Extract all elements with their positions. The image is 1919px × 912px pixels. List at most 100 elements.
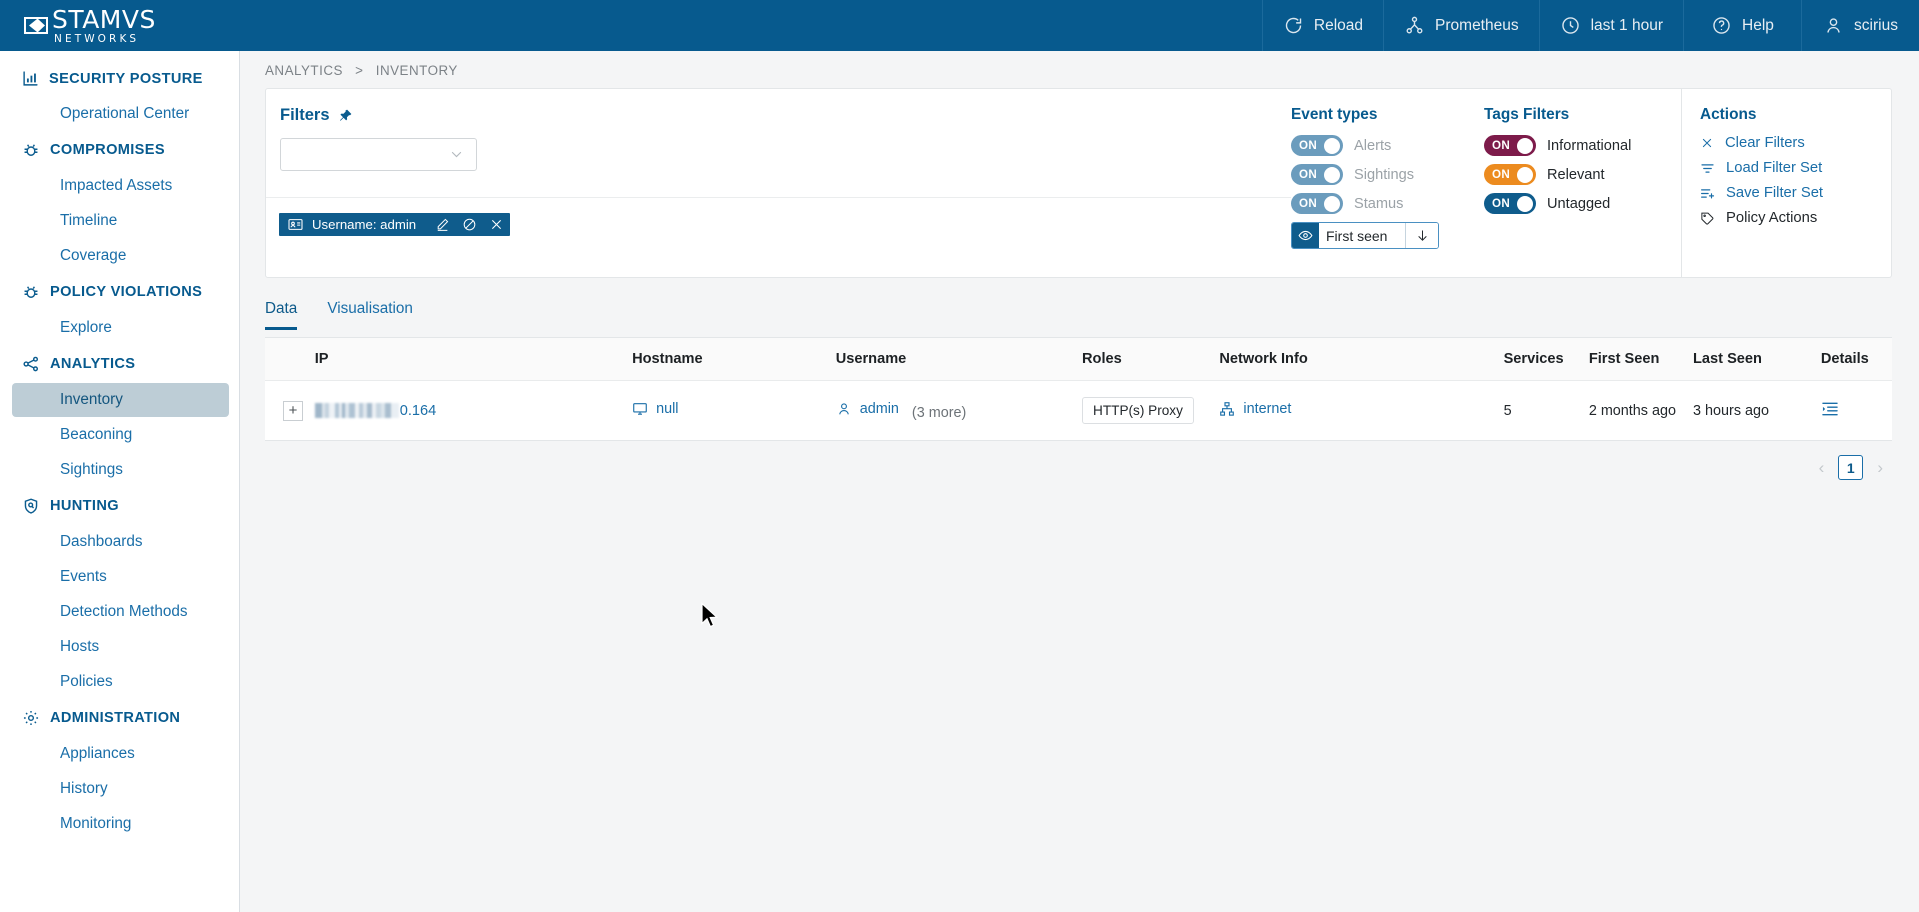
toggle-alerts[interactable]: ON [1291,135,1343,156]
toggle-relevant[interactable]: ON [1484,164,1536,185]
bug-icon [22,141,40,159]
ip-redacted-block [315,403,399,418]
tab-data[interactable]: Data [265,300,297,330]
filter-chip-edit-button[interactable] [429,213,456,236]
toggle-knob [1517,167,1533,183]
user-menu-button[interactable]: scirius [1801,0,1919,51]
event-type-row-alerts: ON Alerts [1291,135,1484,156]
filter-plus-icon [1700,186,1715,201]
toggle-alerts-label: Alerts [1354,138,1391,154]
hostname-value[interactable]: null [656,401,678,417]
toggle-sightings-state: ON [1299,168,1317,181]
prometheus-label: Prometheus [1435,17,1519,35]
breadcrumb-parent[interactable]: ANALYTICS [265,63,343,78]
sort-direction-button[interactable] [1405,223,1438,248]
sidebar-item-coverage[interactable]: Coverage [12,239,229,273]
save-filter-set-button[interactable]: Save Filter Set [1700,185,1891,201]
column-header-services[interactable]: Services [1504,338,1589,381]
sidebar-item-operational-center[interactable]: Operational Center [12,97,229,131]
sidebar-item-timeline[interactable]: Timeline [12,204,229,238]
cell-expand: + [265,381,315,441]
username-value[interactable]: admin [860,401,899,417]
reload-label: Reload [1314,17,1363,35]
cell-services: 5 [1504,381,1589,441]
sidebar-section-hunting[interactable]: HUNTING [0,488,239,524]
network-info-value[interactable]: internet [1243,401,1291,417]
column-header-hostname[interactable]: Hostname [632,338,836,381]
sidebar-item-events[interactable]: Events [12,560,229,594]
reload-button[interactable]: Reload [1262,0,1383,51]
tab-visualisation[interactable]: Visualisation [327,300,413,330]
clear-filters-label: Clear Filters [1725,135,1805,151]
username-more-count[interactable]: (3 more) [912,405,966,421]
brand-logo[interactable]: STAMVS NETWORKS [0,0,240,51]
sidebar-section-policy-violations[interactable]: POLICY VIOLATIONS [0,274,239,310]
sidebar-item-impacted-assets[interactable]: Impacted Assets [12,169,229,203]
actions-title: Actions [1700,106,1891,124]
time-range-button[interactable]: last 1 hour [1539,0,1683,51]
toggle-sightings[interactable]: ON [1291,164,1343,185]
pin-icon[interactable] [338,108,353,123]
pagination-prev-button[interactable]: ‹ [1817,458,1827,478]
breadcrumb-current: INVENTORY [376,63,458,78]
sidebar-item-policies[interactable]: Policies [12,665,229,699]
ip-value[interactable]: 0.164 [400,403,437,419]
sidebar-section-analytics[interactable]: ANALYTICS [0,346,239,382]
filters-panel: Filters Username: admin [265,88,1892,278]
role-badge[interactable]: HTTP(s) Proxy [1082,397,1194,424]
toggle-untagged[interactable]: ON [1484,193,1536,214]
pagination-next-button[interactable]: › [1875,458,1885,478]
pagination-page-1[interactable]: 1 [1838,455,1863,480]
sidebar-item-beaconing[interactable]: Beaconing [12,418,229,452]
column-header-username[interactable]: Username [836,338,1082,381]
column-header-roles[interactable]: Roles [1082,338,1219,381]
sidebar-section-administration[interactable]: ADMINISTRATION [0,700,239,736]
column-header-last-seen[interactable]: Last Seen [1693,338,1821,381]
filters-header: Filters [280,106,1291,125]
filter-chip-remove-button[interactable] [483,213,510,236]
sidebar-item-monitoring[interactable]: Monitoring [12,807,229,841]
sort-field-value[interactable]: First seen [1319,223,1405,248]
column-header-details[interactable]: Details [1821,338,1892,381]
row-details-button[interactable] [1821,400,1839,418]
filters-title-label: Filters [280,106,330,125]
sidebar-section-compromises[interactable]: COMPROMISES [0,132,239,168]
sidebar-item-sightings[interactable]: Sightings [12,453,229,487]
details-list-icon [1821,400,1839,418]
filter-chip-negate-button[interactable] [456,213,483,236]
sidebar-item-hosts[interactable]: Hosts [12,630,229,664]
toggle-informational[interactable]: ON [1484,135,1536,156]
help-label: Help [1742,17,1774,35]
cell-network-info: internet [1219,381,1503,441]
toggle-stamus[interactable]: ON [1291,193,1343,214]
sidebar-item-explore[interactable]: Explore [12,311,229,345]
sidebar-item-appliances[interactable]: Appliances [12,737,229,771]
toggle-informational-label: Informational [1547,138,1631,154]
policy-actions-button[interactable]: Policy Actions [1700,210,1891,226]
column-header-ip[interactable]: IP [315,338,632,381]
expand-row-button[interactable]: + [283,401,303,421]
prometheus-button[interactable]: Prometheus [1383,0,1539,51]
sidebar-item-dashboards[interactable]: Dashboards [12,525,229,559]
share-icon [22,355,40,373]
sitemap-icon [1219,401,1235,417]
cell-username: admin (3 more) [836,381,1082,441]
inventory-table: IP Hostname Username Roles Network Info … [265,337,1892,441]
clear-filters-button[interactable]: Clear Filters [1700,135,1891,151]
column-header-network-info[interactable]: Network Info [1219,338,1503,381]
help-button[interactable]: Help [1683,0,1801,51]
toggle-informational-state: ON [1492,139,1510,152]
sidebar-section-security-posture[interactable]: SECURITY POSTURE [0,61,239,96]
sidebar-section-label: POLICY VIOLATIONS [50,284,202,300]
pencil-icon [435,217,450,232]
tags-filters-column: Tags Filters ON Informational ON Relevan… [1484,89,1679,277]
column-header-first-seen[interactable]: First Seen [1589,338,1693,381]
sort-visibility-button[interactable] [1292,223,1319,248]
toggle-stamus-state: ON [1299,197,1317,210]
load-filter-set-button[interactable]: Load Filter Set [1700,160,1891,176]
sidebar-item-history[interactable]: History [12,772,229,806]
filter-select-dropdown[interactable] [280,138,477,171]
toggle-alerts-state: ON [1299,139,1317,152]
sidebar-item-inventory[interactable]: Inventory [12,383,229,417]
sidebar-item-detection-methods[interactable]: Detection Methods [12,595,229,629]
